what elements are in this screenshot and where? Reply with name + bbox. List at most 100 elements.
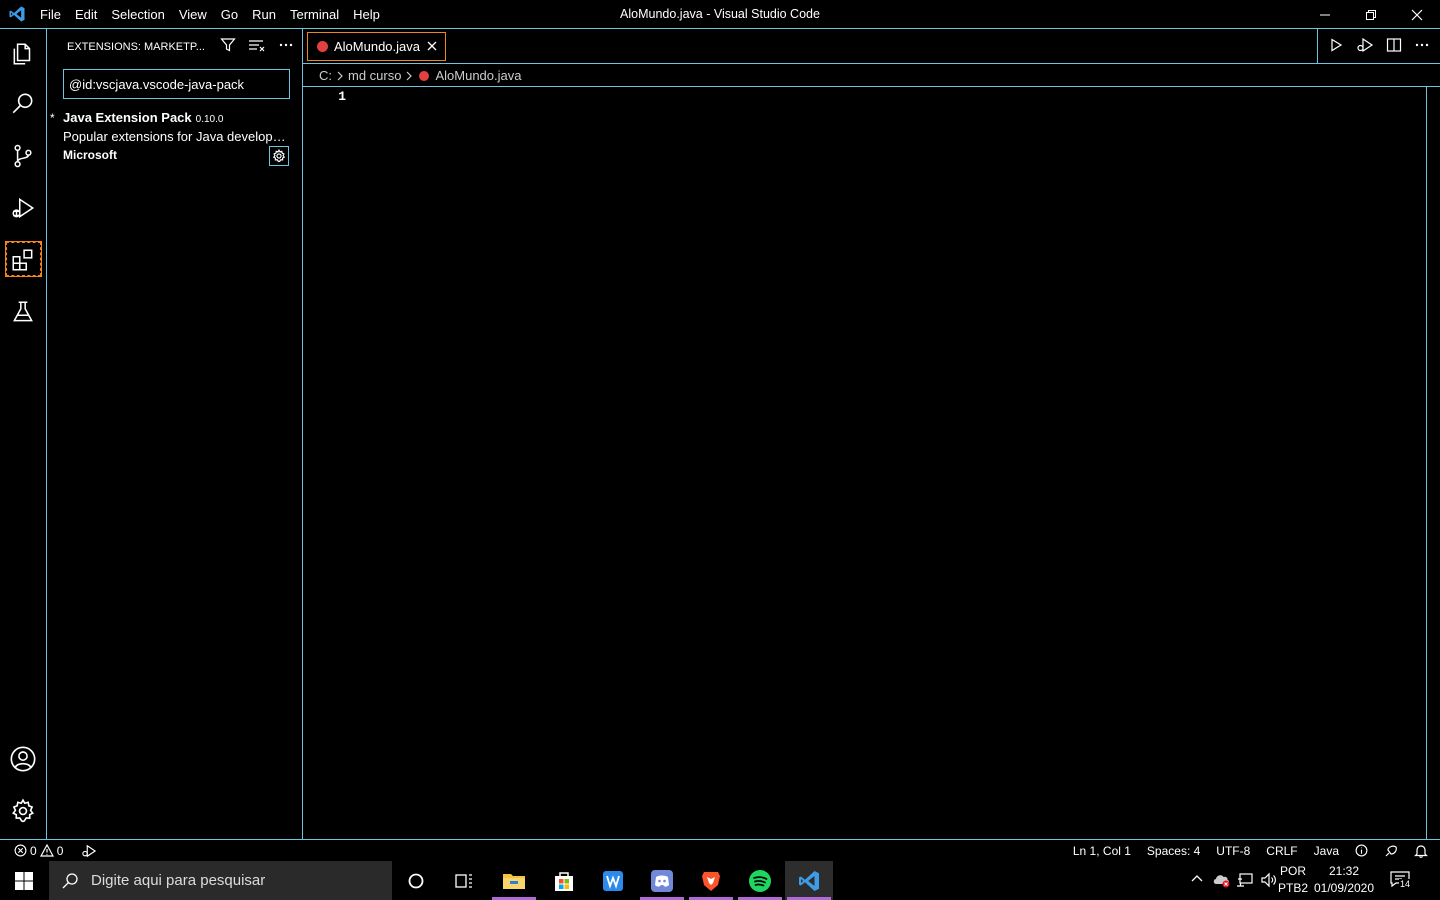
- ellipsis-icon: [279, 43, 293, 47]
- extension-list-item[interactable]: * Java Extension Pack 0.10.0 Popular exte…: [47, 109, 302, 166]
- close-tab-button[interactable]: [425, 39, 439, 53]
- activity-manage[interactable]: [0, 786, 46, 836]
- extensions-search-input[interactable]: @id:vscjava.vscode-java-pack: [63, 69, 290, 99]
- menu-go[interactable]: Go: [214, 0, 245, 29]
- line-number: 1: [338, 89, 346, 104]
- filter-extensions-button[interactable]: [220, 37, 236, 56]
- cortana-button[interactable]: [392, 861, 440, 900]
- chevron-up-icon: [1191, 875, 1203, 882]
- extension-version: 0.10.0: [195, 114, 224, 125]
- breadcrumb-file[interactable]: AloMundo.java: [435, 68, 521, 83]
- taskbar-discord[interactable]: [638, 861, 686, 900]
- debug-icon: [82, 844, 97, 857]
- menu-terminal[interactable]: Terminal: [283, 0, 346, 29]
- vertical-scrollbar[interactable]: [1426, 87, 1440, 839]
- activity-source-control[interactable]: [0, 131, 46, 181]
- chevron-right-icon: [336, 71, 344, 81]
- breadcrumb-drive[interactable]: C:: [319, 68, 332, 83]
- discord-icon: [651, 869, 673, 892]
- debug-button[interactable]: [1356, 37, 1374, 56]
- taskbar-writer[interactable]: [589, 861, 637, 900]
- split-editor-button[interactable]: [1386, 37, 1402, 56]
- feedback-button[interactable]: [1384, 844, 1398, 858]
- tab-alomundo-java[interactable]: AloMundo.java: [307, 32, 446, 61]
- taskbar-file-explorer[interactable]: [490, 861, 538, 900]
- debug-status-button[interactable]: [81, 844, 97, 858]
- taskbar-brave[interactable]: [687, 861, 735, 900]
- task-view-button[interactable]: [440, 861, 488, 900]
- info-button[interactable]: [1355, 844, 1368, 857]
- clock-time: 21:32: [1328, 864, 1360, 878]
- taskbar-vscode[interactable]: [785, 861, 833, 900]
- onedrive-error-button[interactable]: [1212, 872, 1232, 891]
- cortana-icon: [408, 873, 424, 888]
- file-explorer-icon: [503, 873, 525, 889]
- breadcrumb-folder[interactable]: md curso: [348, 68, 401, 83]
- taskbar-spotify[interactable]: [736, 861, 784, 900]
- menu-help[interactable]: Help: [346, 0, 387, 29]
- clock-button[interactable]: 21:32 01/09/2020: [1312, 863, 1376, 897]
- play-icon: [1331, 38, 1343, 52]
- windows-logo-icon: [15, 871, 33, 890]
- minimize-button[interactable]: [1302, 0, 1348, 29]
- extension-description: Popular extensions for Java development: [63, 129, 291, 144]
- extension-manage-button[interactable]: [269, 146, 289, 166]
- close-window-button[interactable]: [1394, 0, 1440, 29]
- action-center-button[interactable]: 14: [1390, 870, 1412, 892]
- title-bar: File Edit Selection View Go Run Terminal…: [0, 0, 1440, 29]
- menu-edit[interactable]: Edit: [68, 0, 104, 29]
- run-button[interactable]: [1328, 37, 1344, 56]
- java-file-icon: [419, 70, 430, 81]
- clear-results-button[interactable]: [248, 37, 266, 56]
- search-icon: [62, 872, 78, 888]
- clear-list-icon: [249, 40, 265, 52]
- activity-search[interactable]: [0, 79, 46, 129]
- microsoft-store-icon: [555, 871, 573, 891]
- cursor-position[interactable]: Ln 1, Col 1: [1073, 844, 1131, 858]
- windows-taskbar: Digite aqui para pesquisar POR PTB2 21:3…: [0, 861, 1440, 900]
- menu-view[interactable]: View: [172, 0, 214, 29]
- menu-run[interactable]: Run: [245, 0, 283, 29]
- code-editor-text-area[interactable]: [363, 87, 1426, 839]
- info-icon: [1355, 844, 1368, 857]
- menu-selection[interactable]: Selection: [104, 0, 171, 29]
- language-mode[interactable]: Java: [1314, 844, 1339, 858]
- activity-extensions[interactable]: [0, 235, 46, 285]
- warning-icon: [39, 844, 54, 857]
- volume-button[interactable]: [1260, 872, 1278, 891]
- warning-count: 0: [56, 843, 64, 858]
- split-editor-icon: [1386, 38, 1402, 52]
- activity-run-debug[interactable]: [0, 183, 46, 233]
- activity-explorer[interactable]: [0, 29, 46, 79]
- taskbar-search-box[interactable]: Digite aqui para pesquisar: [49, 861, 392, 900]
- task-view-icon: [455, 873, 472, 888]
- testing-icon: [13, 301, 33, 322]
- editor-more-actions-button[interactable]: [1414, 37, 1430, 56]
- chevron-right-icon: [405, 71, 413, 81]
- close-icon: [427, 41, 437, 51]
- problems-status[interactable]: 0 0: [14, 844, 63, 858]
- brave-icon: [702, 871, 720, 891]
- network-button[interactable]: [1236, 872, 1254, 891]
- start-button[interactable]: [0, 861, 48, 900]
- input-language-button[interactable]: POR PTB2: [1278, 863, 1308, 897]
- more-actions-button[interactable]: [278, 37, 294, 56]
- explorer-icon: [13, 43, 31, 65]
- activity-bar: [0, 29, 47, 839]
- encoding-status[interactable]: UTF-8: [1216, 844, 1250, 858]
- sidebar-header: EXTENSIONS: MARKETP...: [47, 29, 302, 64]
- extension-name: Java Extension Pack 0.10.0: [63, 110, 224, 125]
- indentation-status[interactable]: Spaces: 4: [1147, 844, 1200, 858]
- taskbar-microsoft-store[interactable]: [540, 861, 588, 900]
- activity-testing[interactable]: [0, 287, 46, 337]
- error-count: 0: [30, 843, 37, 858]
- activity-accounts[interactable]: [0, 734, 46, 784]
- notifications-button[interactable]: [1414, 844, 1428, 858]
- status-bar: 0 0 Ln 1, Col 1 Spaces: 4 UTF-8 CRLF Jav…: [0, 839, 1440, 861]
- gear-icon: [272, 149, 286, 162]
- show-hidden-icons-button[interactable]: [1190, 871, 1204, 888]
- restore-button[interactable]: [1348, 0, 1394, 29]
- filter-icon: [220, 38, 236, 52]
- menu-file[interactable]: File: [33, 0, 68, 29]
- eol-status[interactable]: CRLF: [1266, 844, 1297, 858]
